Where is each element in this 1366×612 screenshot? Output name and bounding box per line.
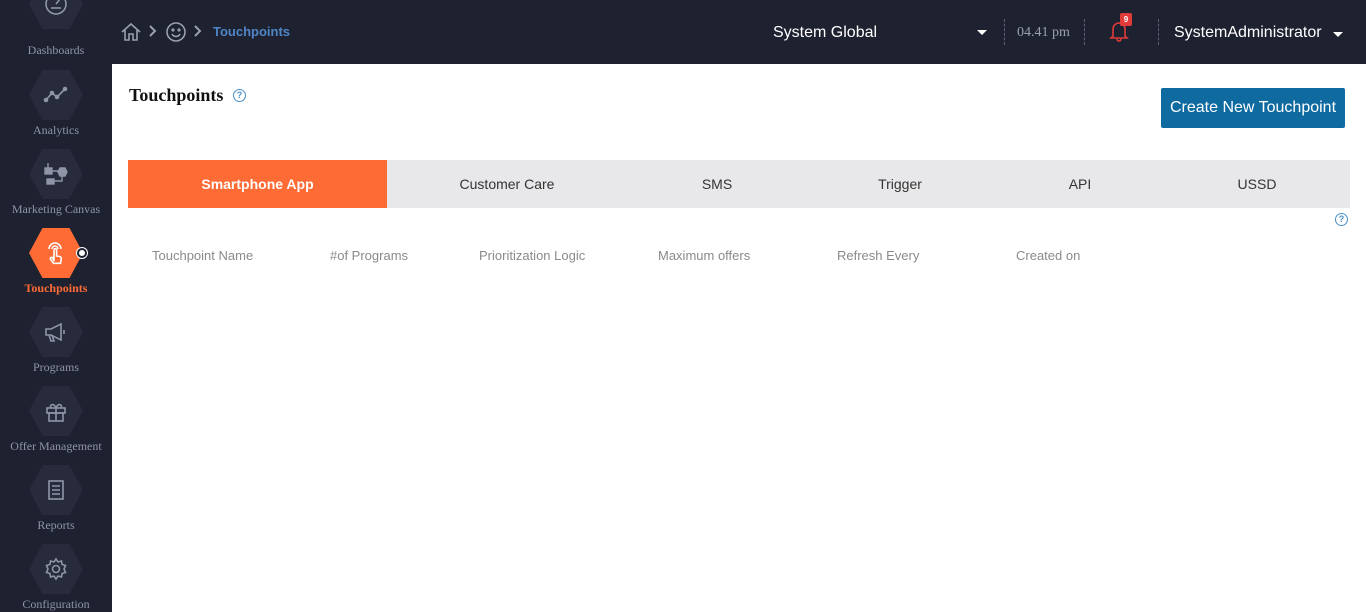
- sidebar-item-label: Configuration: [22, 597, 90, 611]
- sidebar-item-marketing-canvas[interactable]: Marketing Canvas: [0, 149, 112, 228]
- smiley-icon[interactable]: [165, 21, 187, 48]
- gear-icon: [29, 544, 83, 594]
- help-icon[interactable]: ?: [1335, 213, 1348, 226]
- tab-api[interactable]: API: [1050, 160, 1110, 208]
- org-select[interactable]: System Global: [773, 24, 877, 42]
- megaphone-icon: [29, 307, 83, 357]
- sidebar: Dashboards Analytics Marketing Canvas To…: [0, 0, 112, 612]
- sidebar-item-label: Offer Management: [10, 439, 102, 453]
- page-title: Touchpoints: [129, 85, 224, 105]
- divider: [1158, 19, 1159, 45]
- column-header-touchpoint-name[interactable]: Touchpoint Name: [152, 248, 253, 263]
- sidebar-item-offer-management[interactable]: Offer Management: [0, 386, 112, 465]
- sidebar-item-label: Marketing Canvas: [11, 202, 101, 216]
- tab-smartphone-app[interactable]: Smartphone App: [128, 160, 387, 208]
- column-header-created-on[interactable]: Created on: [1016, 248, 1080, 263]
- divider: [1084, 19, 1085, 45]
- sidebar-item-programs[interactable]: Programs: [0, 307, 112, 386]
- tab-customer-care[interactable]: Customer Care: [437, 160, 577, 208]
- sidebar-item-label: Dashboards: [27, 43, 85, 57]
- divider: [1004, 19, 1005, 45]
- sidebar-item-dashboards[interactable]: Dashboards: [0, 0, 112, 58]
- home-icon[interactable]: [120, 21, 142, 48]
- sidebar-item-label: Reports: [37, 518, 75, 532]
- column-header-programs[interactable]: #of Programs: [330, 248, 408, 263]
- column-header-prioritization-logic[interactable]: Prioritization Logic: [479, 248, 585, 263]
- line-chart-icon: [29, 70, 83, 120]
- column-header-refresh-every[interactable]: Refresh Every: [837, 248, 919, 263]
- notification-badge: 9: [1120, 13, 1132, 26]
- tab-ussd[interactable]: USSD: [1222, 160, 1292, 208]
- sidebar-item-reports[interactable]: Reports: [0, 465, 112, 544]
- document-icon: [29, 465, 83, 515]
- chevron-down-icon[interactable]: [977, 30, 987, 35]
- sidebar-item-label: Touchpoints: [24, 281, 88, 295]
- tab-trigger[interactable]: Trigger: [860, 160, 940, 208]
- create-touchpoint-button[interactable]: Create New Touchpoint: [1161, 88, 1345, 128]
- touchpoint-tabs: Smartphone App Customer Care SMS Trigger…: [128, 160, 1350, 208]
- flow-diagram-icon: [29, 149, 83, 199]
- sidebar-item-label: Programs: [33, 360, 79, 374]
- tab-sms[interactable]: SMS: [687, 160, 747, 208]
- active-indicator: [77, 248, 87, 258]
- sidebar-item-analytics[interactable]: Analytics: [0, 70, 112, 149]
- chevron-down-icon[interactable]: [1333, 32, 1343, 37]
- clock-time: 04.41 pm: [1017, 25, 1070, 40]
- top-bar: Touchpoints System Global 04.41 pm 9 Sys…: [112, 0, 1366, 64]
- breadcrumb-current[interactable]: Touchpoints: [213, 24, 290, 39]
- tap-hand-icon: [29, 228, 83, 278]
- sidebar-item-touchpoints[interactable]: Touchpoints: [0, 228, 112, 307]
- speedometer-icon: [29, 0, 83, 29]
- gift-icon: [29, 386, 83, 436]
- chevron-right-icon: [193, 24, 203, 43]
- user-menu[interactable]: SystemAdministrator: [1174, 24, 1322, 42]
- sidebar-item-configuration[interactable]: Configuration: [0, 544, 112, 612]
- chevron-right-icon: [148, 24, 158, 43]
- help-icon[interactable]: ?: [233, 89, 246, 102]
- column-header-maximum-offers[interactable]: Maximum offers: [658, 248, 750, 263]
- sidebar-item-label: Analytics: [33, 123, 79, 137]
